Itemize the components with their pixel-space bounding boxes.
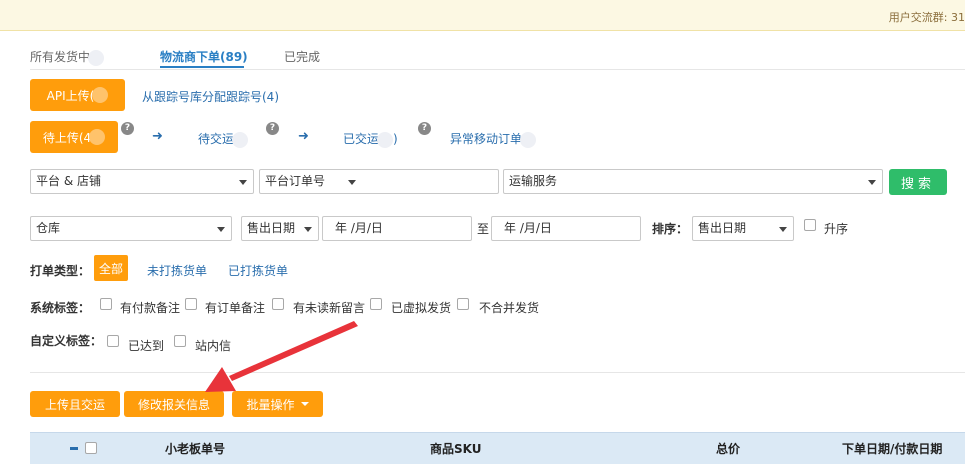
paid-note-checkbox[interactable] [100, 298, 112, 310]
virtual-ship-label: 已虚拟发货 [391, 301, 452, 315]
count-blur [520, 131, 537, 148]
platform-order-select[interactable]: 平台订单号 [259, 169, 499, 194]
step-shipped-suffix: ) [393, 132, 398, 146]
step-pending-ship-label: 待交运 [198, 132, 235, 146]
api-upload-label: API上传( [46, 88, 95, 103]
pending-upload-button[interactable]: 待上传(4 [30, 121, 118, 153]
chevron-down-icon [868, 180, 876, 185]
chevron-down-icon [217, 227, 225, 232]
platform-store-select[interactable]: 平台 & 店铺 [30, 169, 254, 194]
ascending-checkbox[interactable] [804, 219, 816, 231]
count-blur [92, 87, 109, 103]
custom-tags-label: 自定义标签： [30, 334, 103, 348]
chevron-down-icon [239, 180, 247, 185]
bulk-actions-button[interactable]: 批量操作 [232, 391, 323, 417]
site-message-checkbox[interactable] [174, 335, 186, 347]
annotation-arrow-head [205, 367, 236, 392]
pending-upload-label: 待上传(4 [42, 130, 92, 145]
system-tags-label: 系统标签： [30, 301, 91, 315]
arrow-right-icon: ➜ [298, 129, 309, 144]
print-type-unprinted[interactable]: 未打拣货单 [147, 262, 207, 279]
count-blur [88, 49, 105, 66]
tab-carrier-order[interactable]: 物流商下单(89) [160, 48, 248, 65]
caret-down-icon [300, 402, 309, 406]
virtual-ship-checkbox[interactable] [370, 298, 382, 310]
date-type-select[interactable]: 售出日期 [241, 216, 319, 241]
user-group-notice: 用户交流群: 31 [888, 11, 965, 24]
tabs-divider [30, 69, 965, 70]
tab-all-shipping[interactable]: 所有发货中 [30, 48, 105, 66]
chevron-down-icon [779, 227, 787, 232]
count-blur [377, 131, 394, 148]
step-shipped[interactable]: 已交运) [343, 130, 398, 148]
date-type-value: 售出日期 [247, 221, 296, 235]
notice-bar: 用户交流群: 31 [0, 0, 965, 31]
help-icon[interactable]: ? [418, 122, 431, 135]
unread-message-label: 有未读新留言 [293, 301, 366, 315]
step-exception-label: 异常移动订单 [450, 132, 523, 146]
platform-store-value: 平台 & 店铺 [36, 174, 101, 188]
active-tab-indicator [160, 66, 244, 68]
unread-message-checkbox[interactable] [272, 298, 284, 310]
assign-tracking-link[interactable]: 从跟踪号库分配跟踪号(4) [142, 88, 279, 105]
step-shipped-label: 已交运 [343, 132, 380, 146]
print-type-all[interactable]: 全部 [94, 255, 128, 281]
date-from-input[interactable]: 年 /月/日 [322, 216, 472, 241]
platform-order-value: 平台订单号 [265, 174, 326, 188]
shipping-service-select[interactable]: 运输服务 [503, 169, 883, 194]
collapse-icon[interactable] [70, 447, 78, 450]
arrow-right-icon: ➜ [152, 129, 163, 144]
filters-divider [30, 372, 965, 373]
sort-select[interactable]: 售出日期 [692, 216, 794, 241]
print-type-printed[interactable]: 已打拣货单 [228, 262, 288, 279]
arrived-checkbox[interactable] [107, 335, 119, 347]
print-type-label: 打单类型： [30, 264, 91, 278]
help-icon[interactable]: ? [266, 122, 279, 135]
step-pending-ship[interactable]: 待交运 [198, 130, 249, 148]
column-total-price: 总价 [716, 442, 741, 456]
chevron-down-icon [348, 180, 356, 185]
bulk-actions-label: 批量操作 [246, 397, 295, 412]
column-order-number: 小老板单号 [165, 442, 226, 456]
date-to-input[interactable]: 年 /月/日 [491, 216, 641, 241]
no-merge-checkbox[interactable] [457, 298, 469, 310]
column-order-pay-date: 下单日期/付款日期 [842, 442, 943, 456]
ascending-label: 升序 [824, 222, 849, 236]
edit-customs-info-button[interactable]: 修改报关信息 [124, 391, 224, 417]
no-merge-label: 不合并发货 [479, 301, 540, 315]
help-icon[interactable]: ? [121, 122, 134, 135]
warehouse-select[interactable]: 仓库 [30, 216, 232, 241]
sort-value: 售出日期 [698, 221, 747, 235]
step-exception-orders[interactable]: 异常移动订单 [450, 130, 537, 148]
site-message-label: 站内信 [195, 339, 232, 353]
warehouse-value: 仓库 [36, 221, 61, 235]
tab-completed[interactable]: 已完成 [284, 48, 320, 65]
count-blur [89, 129, 106, 145]
search-button[interactable]: 搜索 [889, 169, 947, 195]
select-all-checkbox[interactable] [85, 442, 97, 454]
api-upload-button[interactable]: API上传( [30, 79, 125, 111]
upload-and-ship-button[interactable]: 上传且交运 [30, 391, 120, 417]
order-note-label: 有订单备注 [205, 301, 266, 315]
date-to-label: 至 [477, 222, 490, 236]
tab-all-shipping-label: 所有发货中 [30, 50, 91, 64]
orders-table-header: 小老板单号 商品SKU 总价 下单日期/付款日期 [30, 432, 965, 464]
arrived-label: 已达到 [128, 339, 165, 353]
count-blur [232, 131, 249, 148]
column-sku: 商品SKU [430, 442, 482, 456]
order-note-checkbox[interactable] [185, 298, 197, 310]
sort-label: 排序： [652, 222, 689, 236]
paid-note-label: 有付款备注 [120, 301, 181, 315]
shipping-service-value: 运输服务 [509, 174, 558, 188]
chevron-down-icon [304, 227, 312, 232]
